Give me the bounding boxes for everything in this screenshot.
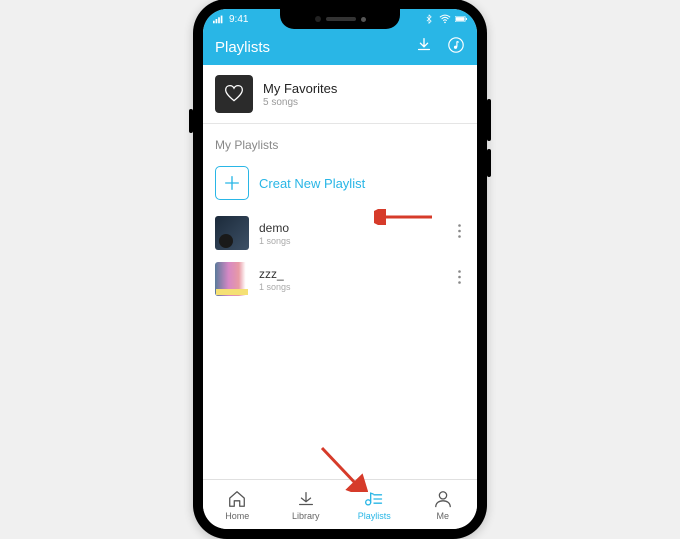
- more-vertical-icon: [458, 270, 461, 284]
- page-title: Playlists: [215, 39, 270, 56]
- notch: [280, 9, 400, 29]
- playlist-subtitle: 1 songs: [259, 282, 454, 292]
- person-icon: [433, 489, 453, 509]
- tab-label: Me: [436, 511, 449, 521]
- more-vertical-icon: [458, 224, 461, 238]
- annotation-arrow: [374, 209, 434, 225]
- bluetooth-icon: [423, 14, 435, 24]
- side-button: [189, 109, 193, 133]
- playlist-title: zzz_: [259, 267, 454, 281]
- favorites-row[interactable]: My Favorites 5 songs: [203, 65, 477, 124]
- playlist-thumb: [215, 262, 249, 296]
- battery-icon: [455, 14, 467, 24]
- favorites-subtitle: 5 songs: [263, 97, 337, 108]
- create-plus-box: [215, 166, 249, 200]
- playlist-row[interactable]: demo 1 songs: [203, 210, 477, 256]
- music-button[interactable]: [447, 36, 465, 59]
- tab-label: Library: [292, 511, 320, 521]
- playlist-subtitle: 1 songs: [259, 236, 454, 246]
- wifi-icon: [439, 14, 451, 24]
- section-my-playlists: My Playlists: [203, 124, 477, 160]
- playlist-thumb: [215, 216, 249, 250]
- tab-label: Playlists: [358, 511, 391, 521]
- playlist-row[interactable]: zzz_ 1 songs: [203, 256, 477, 302]
- status-time: 9:41: [229, 14, 248, 25]
- create-playlist-row[interactable]: Creat New Playlist: [203, 160, 477, 210]
- playlist-more-button[interactable]: [454, 220, 465, 247]
- favorites-title: My Favorites: [263, 81, 337, 96]
- download-icon: [415, 36, 433, 54]
- side-button: [487, 99, 491, 141]
- home-icon: [227, 489, 247, 509]
- tab-home[interactable]: Home: [203, 480, 272, 529]
- music-note-icon: [447, 36, 465, 54]
- side-button: [487, 149, 491, 177]
- playlist-more-button[interactable]: [454, 266, 465, 293]
- create-playlist-label: Creat New Playlist: [259, 176, 365, 191]
- favorites-thumb: [215, 75, 253, 113]
- content-area: My Favorites 5 songs My Playlists Creat …: [203, 65, 477, 479]
- plus-icon: [223, 174, 241, 192]
- heart-icon: [224, 84, 244, 104]
- annotation-arrow: [318, 444, 368, 492]
- library-icon: [296, 489, 316, 509]
- tab-label: Home: [225, 511, 249, 521]
- page-header: Playlists: [203, 29, 477, 65]
- download-button[interactable]: [415, 36, 433, 59]
- tab-me[interactable]: Me: [409, 480, 478, 529]
- signal-icon: [213, 14, 225, 24]
